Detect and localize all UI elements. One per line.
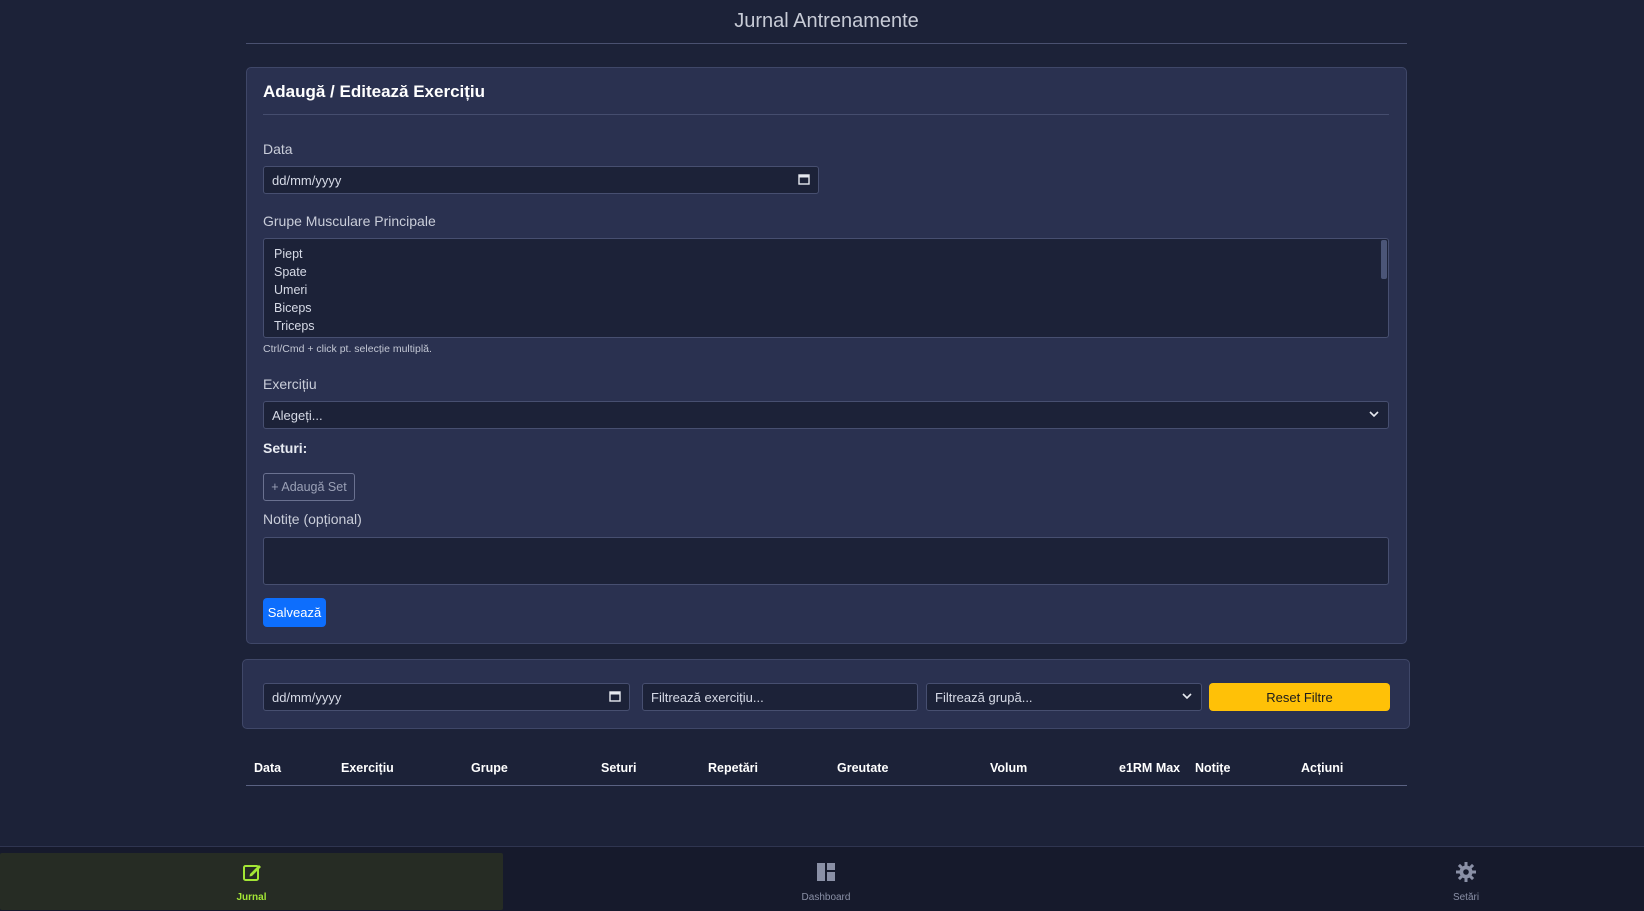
filter-exercise-placeholder: Filtrează exercițiu...	[651, 689, 764, 705]
column-header[interactable]: Seturi	[601, 761, 636, 775]
chevron-down-icon	[1360, 408, 1388, 423]
table-header: Data Exercițiu Grupe Seturi Repetări Gre…	[246, 756, 1407, 786]
group-option[interactable]: Spate	[274, 263, 1388, 281]
column-header[interactable]: Grupe	[471, 761, 508, 775]
groups-label: Grupe Musculare Principale	[263, 213, 436, 229]
add-set-button[interactable]: + Adaugă Set	[263, 473, 355, 501]
column-header[interactable]: e1RM Max	[1119, 761, 1180, 775]
muscle-groups-multiselect[interactable]: Piept Spate Umeri Biceps Triceps	[263, 238, 1389, 338]
filters-card: dd/mm/yyyy Filtrează exercițiu... Filtre…	[242, 659, 1410, 729]
nav-label-dashboard: Dashboard	[801, 891, 851, 903]
groups-hint: Ctrl/Cmd + click pt. selecție multiplă.	[263, 343, 432, 355]
form-title: Adaugă / Editează Exercițiu	[263, 82, 1389, 115]
filter-date-input[interactable]: dd/mm/yyyy	[263, 683, 630, 711]
column-header[interactable]: Acțiuni	[1301, 761, 1343, 775]
nav-item-setari[interactable]: Setări	[1376, 853, 1556, 910]
calendar-icon[interactable]	[601, 690, 629, 705]
save-button[interactable]: Salvează	[263, 598, 326, 627]
app-title: Jurnal Antrenamente	[246, 0, 1407, 44]
column-header[interactable]: Volum	[990, 761, 1027, 775]
bottom-navigation: Jurnal Dashboard Setări	[0, 846, 1644, 911]
column-header[interactable]: Repetări	[708, 761, 758, 775]
gear-icon	[1455, 861, 1477, 888]
column-header[interactable]: Exercițiu	[341, 761, 394, 775]
listbox-scrollbar[interactable]	[1381, 240, 1387, 279]
column-header[interactable]: Notițe	[1195, 761, 1230, 775]
date-input-value: dd/mm/yyyy	[272, 172, 342, 188]
exercise-label: Exercițiu	[263, 376, 317, 392]
nav-label-setari: Setări	[1452, 891, 1480, 903]
reset-filters-button[interactable]: Reset Filtre	[1209, 683, 1390, 711]
filter-exercise-input[interactable]: Filtrează exercițiu...	[642, 683, 918, 711]
exercise-select-value: Alegeți...	[272, 407, 323, 423]
dashboard-icon	[815, 861, 837, 888]
filter-date-value: dd/mm/yyyy	[272, 689, 342, 705]
notes-textarea[interactable]	[263, 537, 1389, 585]
group-option[interactable]: Umeri	[274, 281, 1388, 299]
calendar-icon[interactable]	[790, 173, 818, 188]
nav-label-jurnal: Jurnal	[236, 891, 267, 903]
date-input[interactable]: dd/mm/yyyy	[263, 166, 819, 194]
column-header[interactable]: Data	[254, 761, 281, 775]
edit-icon	[241, 861, 263, 888]
exercise-select[interactable]: Alegeți...	[263, 401, 1389, 429]
exercise-form-card: Adaugă / Editează Exercițiu Data dd/mm/y…	[246, 67, 1407, 644]
filter-group-value: Filtrează grupă...	[935, 689, 1033, 705]
nav-item-dashboard[interactable]: Dashboard	[736, 853, 916, 910]
group-option[interactable]: Piept	[274, 245, 1388, 263]
chevron-down-icon	[1173, 690, 1201, 705]
group-option[interactable]: Biceps	[274, 299, 1388, 317]
group-option[interactable]: Triceps	[274, 317, 1388, 335]
column-header[interactable]: Greutate	[837, 761, 888, 775]
date-label: Data	[263, 141, 293, 157]
nav-item-jurnal[interactable]: Jurnal	[0, 853, 503, 910]
sets-label: Seturi:	[263, 440, 308, 456]
notes-label: Notițe (opțional)	[263, 511, 362, 527]
filter-group-select[interactable]: Filtrează grupă...	[926, 683, 1202, 711]
